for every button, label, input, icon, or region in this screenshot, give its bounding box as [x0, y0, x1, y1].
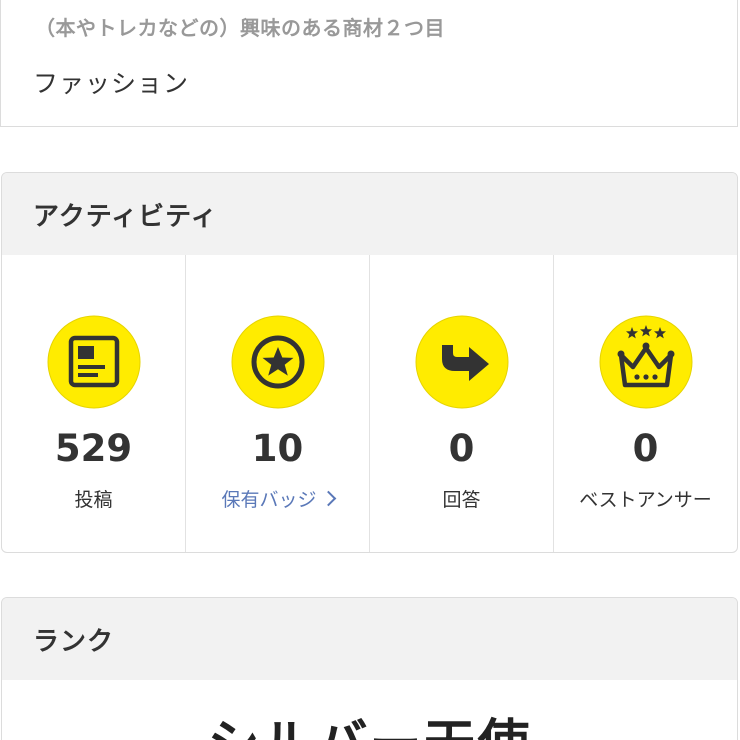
posts-label: 投稿 [74, 489, 113, 511]
reply-arrow-icon [415, 315, 509, 409]
interest-value: ファッション [33, 69, 190, 98]
stat-answers: 0 回答 [370, 255, 554, 552]
rank-value: シルバー天使 [2, 702, 737, 740]
answers-label: 回答 [442, 489, 481, 511]
star-badge-icon [231, 315, 325, 409]
badges-label: 保有バッジ [221, 489, 317, 511]
stat-badges[interactable]: 10 保有バッジ [186, 255, 370, 552]
answers-count: 0 [448, 427, 475, 470]
rank-card: ランク シルバー天使 [1, 597, 738, 740]
badges-link[interactable]: 保有バッジ [186, 485, 369, 512]
stat-posts: 529 投稿 [2, 255, 186, 552]
profile-page: （本やトレカなどの）興味のある商材２つ目 ファッション アクティビティ 529 … [0, 0, 740, 740]
crown-icon [599, 315, 693, 409]
document-icon [47, 315, 141, 409]
rank-title: ランク [2, 598, 737, 680]
best-answers-count: 0 [632, 427, 659, 470]
interest-label: （本やトレカなどの）興味のある商材２つ目 [35, 16, 445, 40]
chevron-right-icon [320, 490, 336, 507]
activity-stats: 529 投稿 10 保有バッジ 0 回答 0 ベストアンサー [2, 255, 737, 552]
badges-count: 10 [251, 427, 304, 470]
best-answers-label: ベストアンサー [579, 489, 712, 511]
activity-title: アクティビティ [2, 173, 737, 255]
stat-best-answers: 0 ベストアンサー [554, 255, 737, 552]
interest-card: （本やトレカなどの）興味のある商材２つ目 ファッション [0, 0, 738, 127]
activity-card: アクティビティ 529 投稿 10 保有バッジ 0 回答 0 ベストアンサー [1, 172, 738, 553]
posts-count: 529 [54, 427, 133, 470]
